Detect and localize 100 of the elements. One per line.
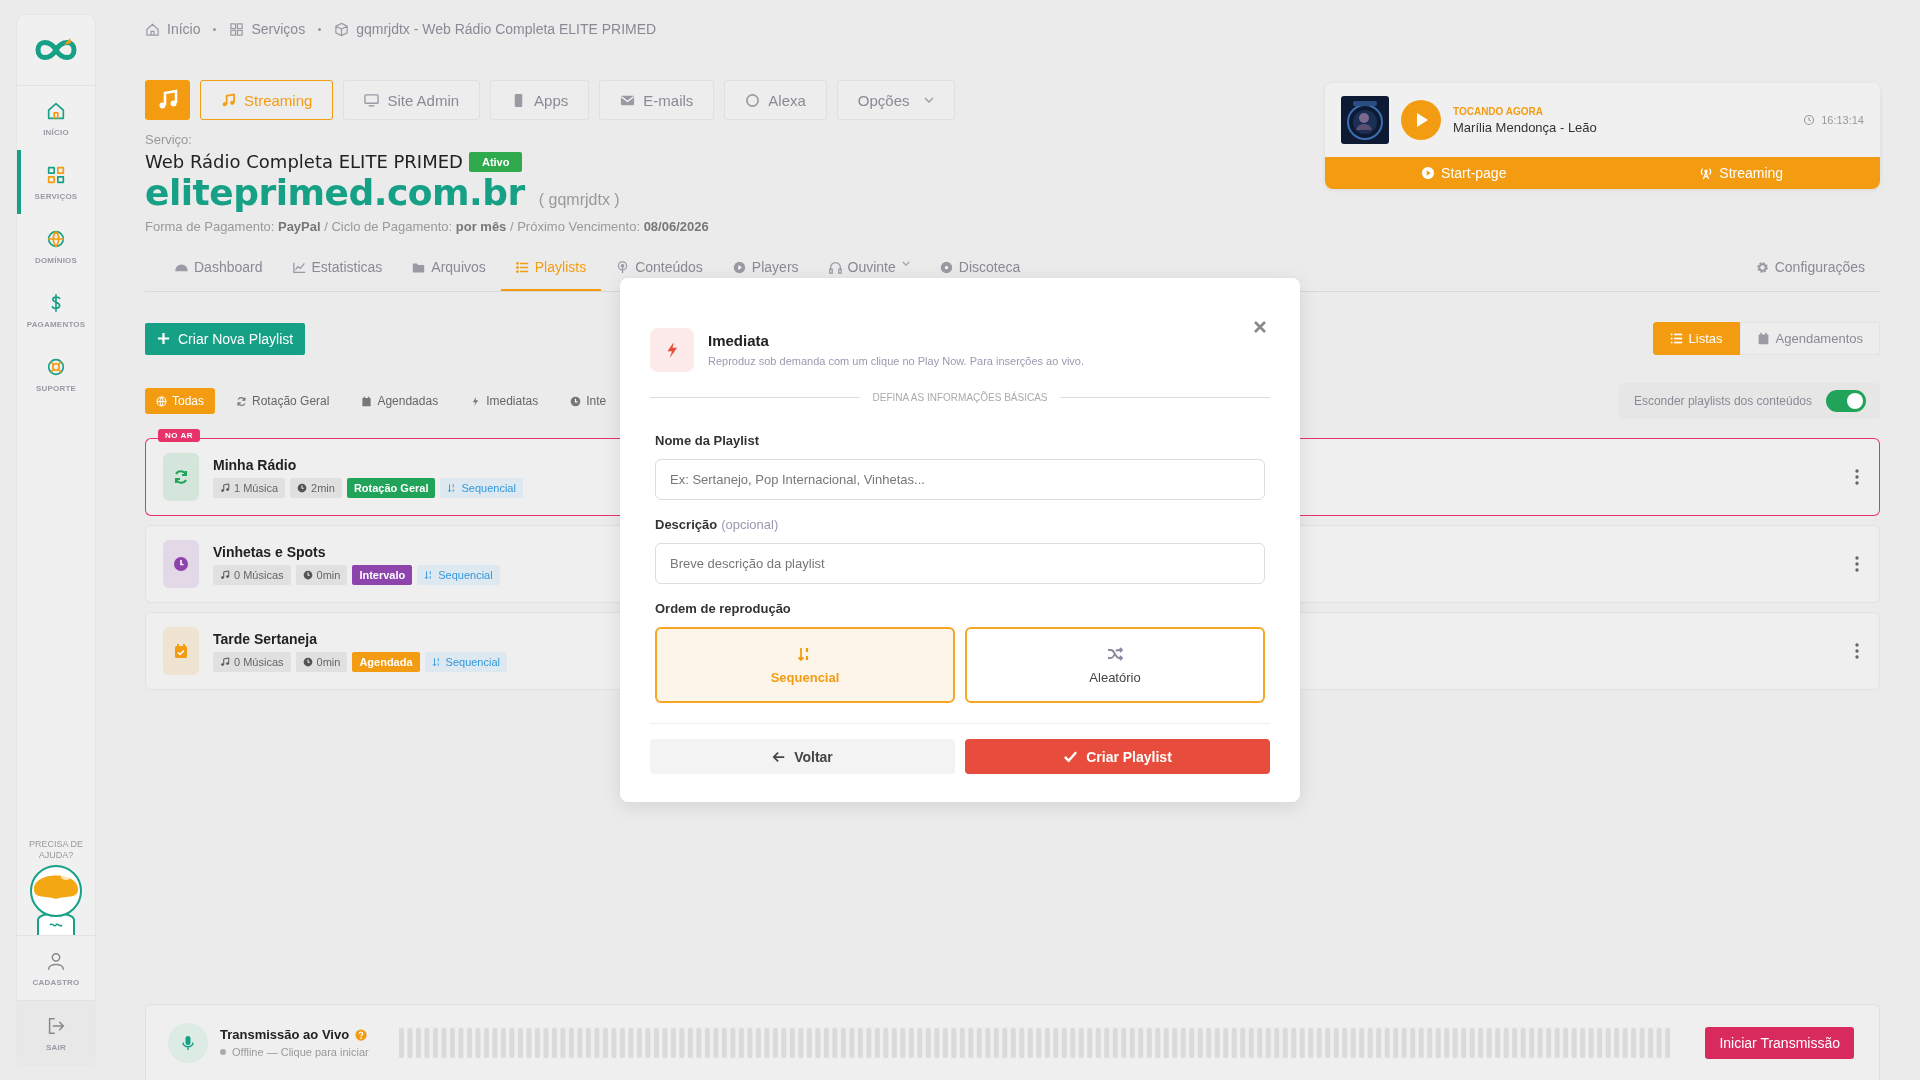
music-note-icon <box>220 569 230 580</box>
filter-chip[interactable]: Inte <box>559 388 607 414</box>
more-icon[interactable] <box>1855 469 1859 485</box>
service-button[interactable]: Streaming <box>200 80 334 120</box>
duration-text: 0min <box>316 568 341 581</box>
playlist-type-icon <box>163 453 199 501</box>
antenna-icon <box>1699 166 1714 180</box>
tab[interactable]: Discoteca <box>924 257 1036 277</box>
sidebar-item[interactable]: DOMÍNIOS <box>17 214 95 278</box>
start-broadcast-button[interactable]: Iniciar Transmissão <box>1705 1026 1854 1059</box>
list-icon <box>1669 332 1683 345</box>
service-button[interactable]: Opções <box>836 80 955 120</box>
field-label: Nome da Playlist <box>655 433 760 448</box>
input-field[interactable]: Breve descrição da playlist <box>655 543 1265 584</box>
refresh-icon <box>236 395 248 407</box>
microphone-icon <box>168 1022 208 1063</box>
play-circle-icon <box>732 261 746 274</box>
create-playlist-button[interactable]: Criar Nova Playlist <box>145 322 306 355</box>
music-note-icon <box>221 92 236 108</box>
disc-icon <box>939 261 953 274</box>
settings-tab[interactable]: Configurações <box>1740 257 1880 277</box>
more-icon[interactable] <box>1855 643 1859 659</box>
tab[interactable]: Arquivos <box>397 257 501 277</box>
plus-icon <box>157 332 170 345</box>
service-button[interactable]: Apps <box>490 80 590 120</box>
field-hint: (opcional) <box>721 517 779 532</box>
help-text: PRECISA DE AJUDA? <box>28 839 84 861</box>
playlist-card[interactable]: Tarde Sertaneja 0 Músicas 0min Agendada Sequencial <box>145 612 620 690</box>
playlist-card[interactable]: Minha Rádio 1 Música 2min Rotação Geral Sequencial <box>145 438 620 516</box>
payment-info: Forma de Pagamento: PayPal / Ciclo de Pagamento: por mês / Próximo Vencimento: 08/06/2026 <box>145 219 710 234</box>
help-icon[interactable] <box>355 1028 368 1041</box>
create-playlist-submit-button[interactable]: Criar Playlist <box>965 739 1270 774</box>
gauge-icon <box>175 261 188 274</box>
domain-name: eliteprimed.com.br <box>145 172 525 213</box>
breadcrumb-link[interactable]: Serviços <box>251 21 306 37</box>
playlist-type-icon <box>163 627 199 675</box>
playlist-name: Minha Rádio <box>213 456 298 473</box>
back-button[interactable]: Voltar <box>650 739 955 774</box>
globe-icon <box>156 395 167 407</box>
play-button[interactable] <box>1401 100 1441 140</box>
filter-chip[interactable]: Imediatas <box>459 388 550 414</box>
status-badge: Ativo <box>468 151 523 172</box>
playlist-type-icon <box>163 540 199 588</box>
service-code: ( gqmrjdtx ) <box>538 191 620 209</box>
tab[interactable]: Estatisticas <box>277 257 398 277</box>
view-toggle-button[interactable]: Agendamentos <box>1739 322 1880 355</box>
sidebar-item[interactable]: SAIR <box>17 1000 95 1065</box>
clock-icon <box>302 656 313 667</box>
input-field[interactable]: Ex: Sertanejo, Pop Internacional, Vinhetas... <box>655 459 1265 500</box>
music-icon <box>145 80 190 120</box>
filter-chip[interactable]: Agendadas <box>350 388 450 414</box>
sidebar-item[interactable]: PAGAMENTOS <box>17 278 95 342</box>
sidebar-item[interactable]: SERVIÇOS <box>17 150 95 214</box>
playlist-name: Vinhetas e Spots <box>213 543 327 560</box>
dialog-subtitle: Reproduz sob demanda com um clique no Play Now. Para inserções ao vivo. <box>708 355 1085 367</box>
more-icon[interactable] <box>1855 556 1859 572</box>
service-label: Serviço: <box>145 132 193 147</box>
home-icon <box>145 21 160 37</box>
live-status: Offline — Clique para iniciar <box>232 1046 369 1058</box>
player-link[interactable]: Start-page <box>1325 157 1603 189</box>
playlist-type-tag: Intervalo <box>352 564 413 585</box>
check-icon <box>1063 749 1079 764</box>
caret-icon <box>901 261 910 266</box>
close-icon[interactable] <box>1253 320 1267 334</box>
sidebar-item[interactable]: SUPORTE <box>17 342 95 406</box>
folder-icon <box>412 261 426 274</box>
dialog-title: Imediata <box>708 332 770 349</box>
playlist-name: Tarde Sertaneja <box>213 630 318 647</box>
track-title: Marília Mendonça - Leão <box>1453 119 1598 135</box>
calendar-icon <box>361 395 373 407</box>
breadcrumb-link[interactable]: gqmrjdtx - Web Rádio Completa ELITE PRIMED <box>356 21 657 37</box>
playlist-type-tag: Agendada <box>352 651 420 672</box>
toggle-switch[interactable] <box>1826 390 1866 412</box>
tab[interactable]: Conteúdos <box>601 257 718 277</box>
tab[interactable]: Ouvinte <box>813 257 925 277</box>
calendar-icon <box>1756 332 1770 345</box>
service-button[interactable]: E-mails <box>599 80 715 120</box>
service-button[interactable]: Alexa <box>724 80 827 120</box>
section-heading: DEFINA AS INFORMAÇÕES BÁSICAS <box>872 392 1048 403</box>
sidebar-item[interactable]: INÍCIO <box>17 86 95 150</box>
service-name: Web Rádio Completa ELITE PRIMED <box>145 151 463 172</box>
podcast-icon <box>616 261 630 274</box>
tab[interactable]: Dashboard <box>160 257 278 277</box>
filter-chip[interactable]: Rotação Geral <box>225 388 341 414</box>
playlist-card[interactable]: Vinhetas e Spots 0 Músicas 0min Intervalo Sequencial <box>145 525 620 603</box>
track-count: 1 Música <box>234 481 279 494</box>
breadcrumb-link[interactable]: Início <box>167 21 201 37</box>
playlist-card[interactable] <box>1300 438 1880 516</box>
order-option[interactable]: Sequencial <box>655 627 955 703</box>
player-link[interactable]: Streaming <box>1602 157 1880 189</box>
duration-text: 2min <box>311 481 335 494</box>
view-toggle-button[interactable]: Listas <box>1652 322 1740 355</box>
tab[interactable]: Playlists <box>500 257 602 291</box>
filter-chip[interactable]: Todas <box>145 388 216 414</box>
shuffle-icon <box>1107 645 1123 662</box>
service-button[interactable]: Site Admin <box>343 80 481 120</box>
tab[interactable]: Players <box>717 257 814 277</box>
order-text: Sequencial <box>438 568 493 581</box>
mascot-drawing <box>28 865 84 935</box>
order-option[interactable]: Aleatório <box>965 627 1265 703</box>
